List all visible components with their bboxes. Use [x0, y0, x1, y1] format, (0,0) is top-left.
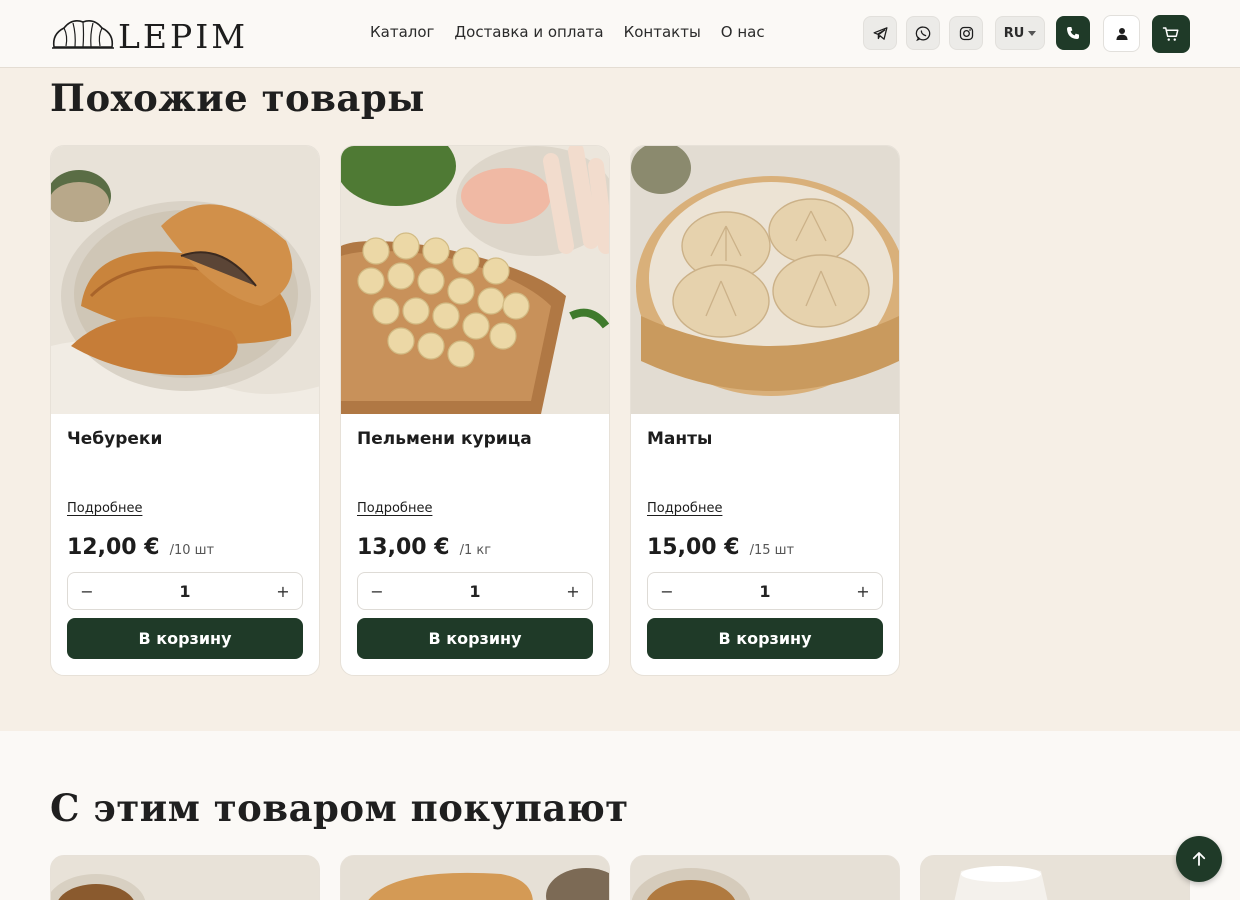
product-name[interactable]: Манты: [647, 429, 712, 449]
language-select[interactable]: RU: [995, 16, 1045, 50]
product-price: 12,00 € /10 шт: [67, 535, 214, 560]
logo[interactable]: LEPIM: [50, 14, 249, 56]
quantity-stepper: − 1 +: [647, 572, 883, 610]
qty-plus-button[interactable]: +: [566, 582, 580, 601]
add-to-cart-button[interactable]: В корзину: [67, 618, 303, 659]
product-details-link[interactable]: Подробнее: [67, 501, 142, 516]
product-image-partial[interactable]: [630, 855, 900, 900]
user-icon: [1115, 27, 1128, 40]
product-details-link[interactable]: Подробнее: [647, 501, 722, 516]
price-value: 13,00 €: [357, 535, 450, 560]
price-unit: /15 шт: [749, 543, 795, 558]
bought-with-title: С этим товаром покупают: [50, 786, 629, 830]
qty-value[interactable]: 1: [759, 582, 770, 601]
account-button[interactable]: [1103, 15, 1140, 52]
site-header: LEPIM Каталог Доставка и оплата Контакты…: [0, 0, 1240, 68]
product-name[interactable]: Пельмени курица: [357, 429, 532, 449]
telegram-icon: [872, 26, 888, 40]
product-card: Манты Подробнее 15,00 € /15 шт − 1 + В к…: [630, 145, 900, 676]
qty-minus-button[interactable]: −: [660, 582, 674, 601]
product-card: Чебуреки Подробнее 12,00 € /10 шт − 1 + …: [50, 145, 320, 676]
nav-delivery[interactable]: Доставка и оплата: [454, 23, 603, 41]
instagram-button[interactable]: [949, 16, 983, 50]
quantity-stepper: − 1 +: [67, 572, 303, 610]
product-price: 13,00 € /1 кг: [357, 535, 491, 560]
whatsapp-icon: [915, 25, 930, 41]
cart-button[interactable]: [1152, 15, 1190, 53]
nav-contacts[interactable]: Контакты: [624, 23, 701, 41]
qty-value[interactable]: 1: [179, 582, 190, 601]
whatsapp-button[interactable]: [906, 16, 940, 50]
quantity-stepper: − 1 +: [357, 572, 593, 610]
price-value: 12,00 €: [67, 535, 160, 560]
telegram-button[interactable]: [863, 16, 897, 50]
arrow-up-icon: [1192, 852, 1206, 866]
product-image-partial[interactable]: [340, 855, 610, 900]
price-unit: /1 кг: [459, 543, 492, 558]
instagram-icon: [959, 26, 973, 40]
main-nav: Каталог Доставка и оплата Контакты О нас: [370, 23, 765, 41]
price-value: 15,00 €: [647, 535, 740, 560]
product-image-pelmeni[interactable]: [341, 146, 609, 414]
nav-about[interactable]: О нас: [721, 23, 765, 41]
product-image-manty[interactable]: [631, 146, 899, 414]
dumpling-logo-icon: [52, 20, 114, 49]
language-value: RU: [1003, 25, 1025, 41]
product-name[interactable]: Чебуреки: [67, 429, 162, 449]
phone-button[interactable]: [1056, 16, 1090, 50]
qty-minus-button[interactable]: −: [370, 582, 384, 601]
chevron-down-icon: [1028, 30, 1037, 36]
price-unit: /10 шт: [169, 543, 215, 558]
product-details-link[interactable]: Подробнее: [357, 501, 432, 516]
nav-catalog[interactable]: Каталог: [370, 23, 434, 41]
product-price: 15,00 € /15 шт: [647, 535, 794, 560]
qty-plus-button[interactable]: +: [856, 582, 870, 601]
qty-minus-button[interactable]: −: [80, 582, 94, 601]
qty-value[interactable]: 1: [469, 582, 480, 601]
logo-text: LEPIM: [118, 16, 249, 56]
product-card: Пельмени курица Подробнее 13,00 € /1 кг …: [340, 145, 610, 676]
qty-plus-button[interactable]: +: [276, 582, 290, 601]
similar-products-title: Похожие товары: [50, 76, 425, 120]
cart-icon: [1162, 27, 1179, 41]
product-image-partial[interactable]: [920, 855, 1190, 900]
product-image-chebureki[interactable]: [51, 146, 319, 414]
scroll-to-top-button[interactable]: [1176, 836, 1222, 882]
phone-icon: [1067, 27, 1079, 39]
add-to-cart-button[interactable]: В корзину: [647, 618, 883, 659]
add-to-cart-button[interactable]: В корзину: [357, 618, 593, 659]
product-image-partial[interactable]: [50, 855, 320, 900]
